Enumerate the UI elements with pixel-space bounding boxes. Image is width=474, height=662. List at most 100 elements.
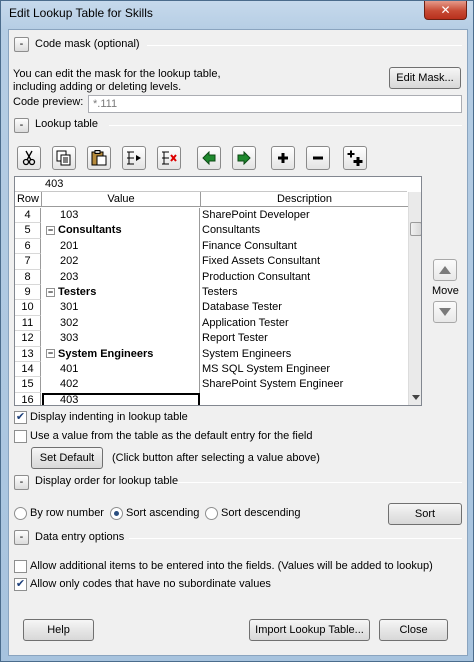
table-row[interactable]: 4 103 SharePoint Developer xyxy=(15,208,407,224)
delete-row-icon xyxy=(162,151,177,165)
value-cell[interactable]: 402 xyxy=(42,377,200,393)
insert-row-button[interactable] xyxy=(122,146,146,170)
delete-row-button[interactable] xyxy=(157,146,181,170)
display-indenting-checkbox[interactable]: ✔ xyxy=(14,411,27,424)
column-header-row[interactable]: Row xyxy=(15,192,42,207)
description-cell[interactable]: SharePoint System Engineer xyxy=(201,377,407,392)
table-row[interactable]: 13− System Engineers System Engineers xyxy=(15,346,407,362)
column-header-description[interactable]: Description xyxy=(201,192,408,207)
table-row[interactable]: 5− Consultants Consultants xyxy=(15,223,407,239)
grid-vertical-scrollbar[interactable] xyxy=(408,192,421,405)
use-default-checkbox[interactable] xyxy=(14,430,27,443)
scrollbar-thumb[interactable] xyxy=(410,222,421,236)
paste-button[interactable] xyxy=(87,146,111,170)
table-row[interactable]: 12 303 Report Tester xyxy=(15,331,407,347)
description-cell[interactable]: Report Tester xyxy=(201,331,407,346)
window-close-button[interactable]: ✕ xyxy=(424,1,467,20)
value-cell[interactable]: 103 xyxy=(42,208,200,224)
description-cell[interactable]: Finance Consultant xyxy=(201,239,407,254)
sort-descending-radio[interactable] xyxy=(205,507,218,520)
value-cell[interactable]: 201 xyxy=(42,238,200,255)
value-cell[interactable]: 202 xyxy=(42,254,200,270)
description-cell[interactable]: MS SQL System Engineer xyxy=(201,362,407,377)
expand-all-button[interactable] xyxy=(343,146,367,170)
code-preview-label: Code preview: xyxy=(13,96,84,108)
cell-edit-bar[interactable]: 403 xyxy=(15,177,407,192)
collapse-group-icon[interactable]: − xyxy=(46,225,55,235)
collapse-group-icon[interactable]: − xyxy=(46,287,55,297)
by-row-number-radio[interactable] xyxy=(14,507,27,520)
table-row[interactable]: 15 402 SharePoint System Engineer xyxy=(15,377,407,393)
row-number-cell[interactable]: 7 xyxy=(15,254,41,270)
collapse-button[interactable] xyxy=(306,146,330,170)
table-row[interactable]: 11 302 Application Tester xyxy=(15,315,407,332)
row-number-cell[interactable]: 13 xyxy=(15,346,41,362)
description-cell[interactable]: Application Tester xyxy=(201,316,407,331)
description-cell[interactable]: Fixed Assets Consultant xyxy=(201,254,407,269)
sort-descending-label: Sort descending xyxy=(221,507,301,519)
value-cell[interactable]: − Testers xyxy=(42,285,200,301)
row-number-cell[interactable]: 4 xyxy=(15,208,41,224)
allow-additional-checkbox[interactable] xyxy=(14,560,27,573)
indent-button[interactable] xyxy=(232,146,256,170)
move-up-button[interactable] xyxy=(433,259,457,281)
lookup-table-toggle[interactable]: - xyxy=(14,118,29,133)
description-cell[interactable]: Consultants xyxy=(201,223,407,238)
value-cell[interactable]: − System Engineers xyxy=(42,346,200,362)
row-number-cell[interactable]: 12 xyxy=(15,331,41,347)
value-text: 402 xyxy=(60,378,79,391)
row-number-cell[interactable]: 5 xyxy=(15,223,41,239)
description-cell[interactable]: Testers xyxy=(201,285,407,300)
table-row[interactable]: 16 403 xyxy=(15,392,407,405)
description-cell[interactable]: System Engineers xyxy=(201,347,407,362)
table-row[interactable]: 6 201 Finance Consultant xyxy=(15,238,407,255)
description-cell[interactable] xyxy=(201,393,407,405)
expand-button[interactable] xyxy=(271,146,295,170)
row-number-cell[interactable]: 11 xyxy=(15,315,41,332)
description-cell[interactable]: Production Consultant xyxy=(201,270,407,285)
move-down-button[interactable] xyxy=(433,301,457,323)
set-default-button[interactable]: Set Default xyxy=(31,447,103,469)
collapse-group-icon[interactable]: − xyxy=(46,349,55,359)
cut-button[interactable] xyxy=(17,146,41,170)
code-mask-toggle[interactable]: - xyxy=(14,37,29,52)
row-number-cell[interactable]: 10 xyxy=(15,300,41,316)
table-row[interactable]: 14 401 MS SQL System Engineer xyxy=(15,362,407,378)
column-header-value[interactable]: Value xyxy=(42,192,201,207)
copy-button[interactable] xyxy=(52,146,76,170)
row-number-cell[interactable]: 8 xyxy=(15,269,41,285)
row-number-cell[interactable]: 9 xyxy=(15,285,41,301)
row-number-cell[interactable]: 15 xyxy=(15,377,41,393)
display-order-header: Display order for lookup table xyxy=(35,475,179,487)
allow-only-codes-checkbox[interactable]: ✔ xyxy=(14,578,27,591)
data-entry-toggle[interactable]: - xyxy=(14,530,29,545)
description-cell[interactable]: Database Tester xyxy=(201,300,407,315)
table-row[interactable]: 8 203 Production Consultant xyxy=(15,269,407,285)
value-cell[interactable]: 302 xyxy=(42,315,200,332)
value-cell[interactable]: − Consultants xyxy=(42,223,200,239)
table-row[interactable]: 9− Testers Testers xyxy=(15,285,407,301)
row-number-cell[interactable]: 6 xyxy=(15,238,41,255)
lookup-grid[interactable]: 403 Row Value Description 4 103 SharePoint… xyxy=(14,176,422,406)
value-cell[interactable]: 303 xyxy=(42,331,200,347)
import-lookup-table-button[interactable]: Import Lookup Table... xyxy=(249,619,370,641)
table-row[interactable]: 10 301 Database Tester xyxy=(15,300,407,316)
edit-mask-button[interactable]: Edit Mask... xyxy=(389,67,461,89)
value-cell[interactable]: 203 xyxy=(42,269,200,285)
row-number-cell[interactable]: 16 xyxy=(15,392,41,405)
close-icon: ✕ xyxy=(440,3,451,17)
value-cell[interactable]: 401 xyxy=(42,362,200,378)
help-button[interactable]: Help xyxy=(23,619,94,641)
sort-button[interactable]: Sort xyxy=(388,503,462,525)
display-order-toggle[interactable]: - xyxy=(14,475,29,490)
scroll-down-icon[interactable] xyxy=(412,395,420,401)
table-row[interactable]: 7 202 Fixed Assets Consultant xyxy=(15,254,407,270)
value-cell[interactable]: 403 xyxy=(42,392,200,405)
row-number-cell[interactable]: 14 xyxy=(15,362,41,378)
description-cell[interactable]: SharePoint Developer xyxy=(201,208,407,223)
sort-ascending-radio[interactable] xyxy=(110,507,123,520)
outdent-button[interactable] xyxy=(197,146,221,170)
value-cell[interactable]: 301 xyxy=(42,300,200,316)
close-button[interactable]: Close xyxy=(379,619,448,641)
cell-edit-value[interactable]: 403 xyxy=(45,178,63,190)
